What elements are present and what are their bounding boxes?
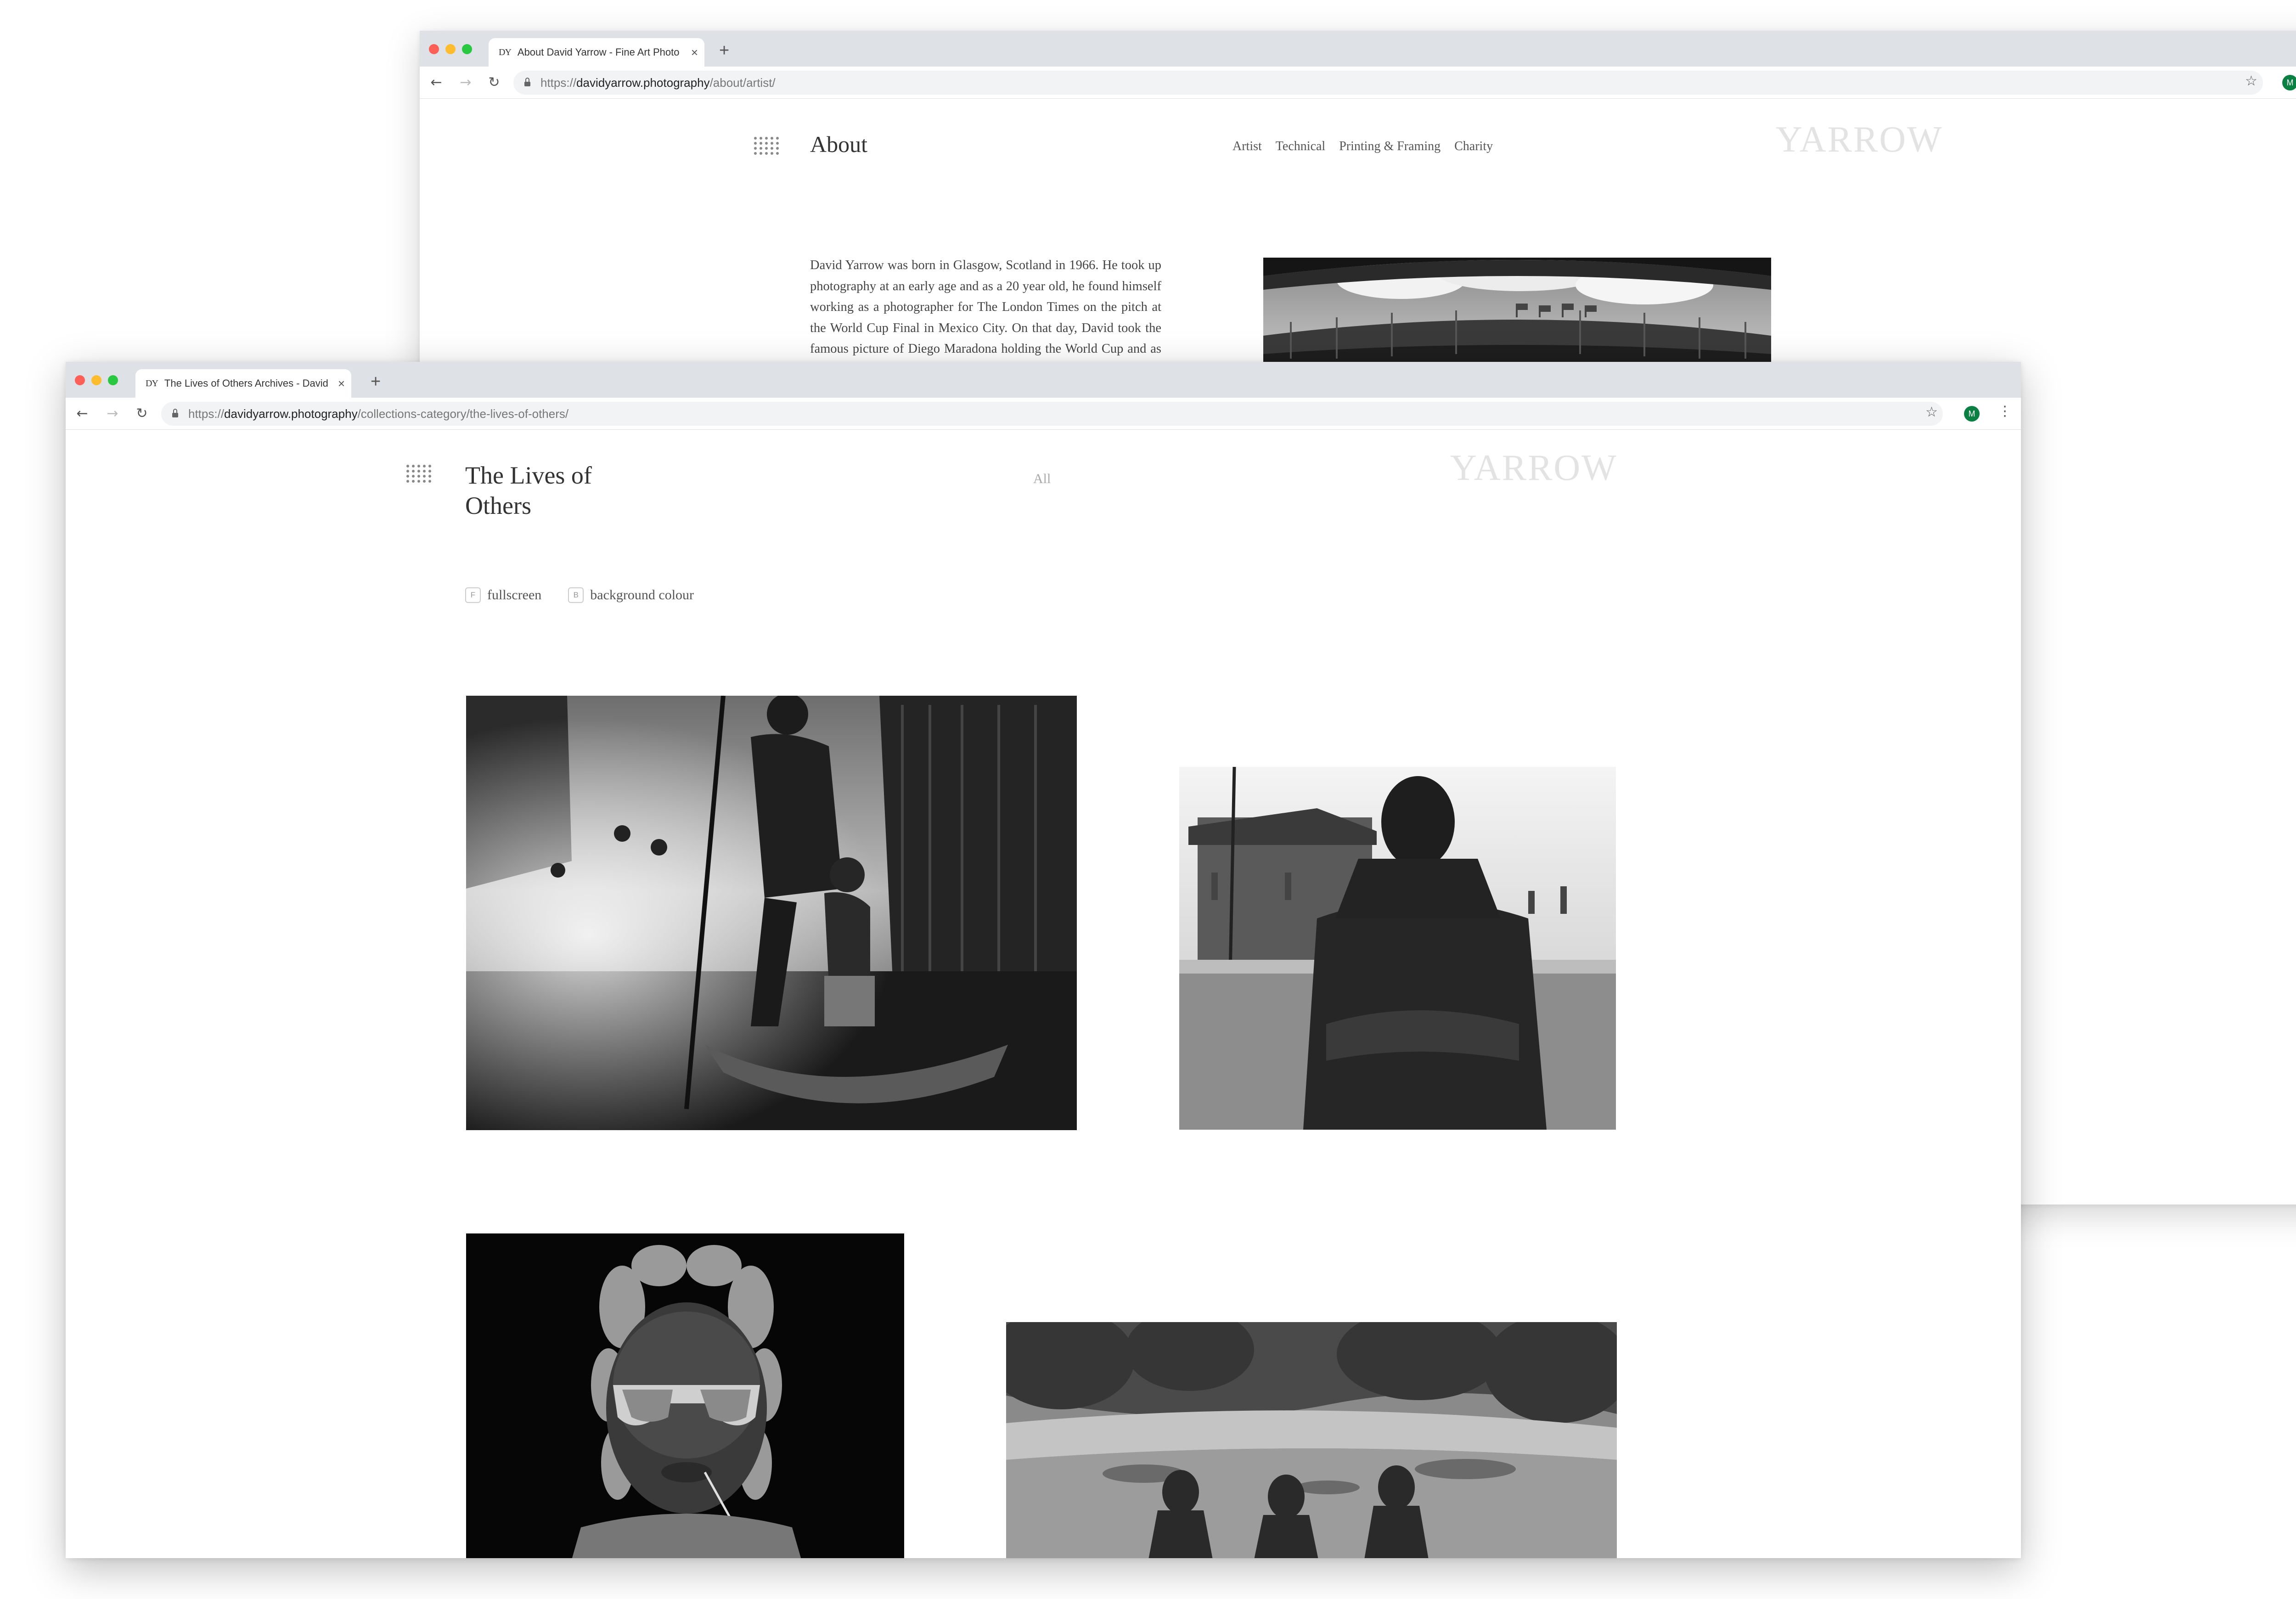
background-colour-label: background colour	[590, 587, 694, 602]
forward-arrow-icon[interactable]: →	[456, 73, 475, 91]
page-content: The Lives of Others All YARROW F fullscr…	[66, 430, 2021, 1558]
nav-printing-framing[interactable]: Printing & Framing	[1339, 139, 1441, 154]
close-window-button[interactable]	[75, 375, 85, 385]
keycap-f: F	[465, 587, 481, 603]
close-icon[interactable]: ×	[691, 45, 698, 60]
photo-river-landscape[interactable]	[1006, 1322, 1617, 1558]
reload-icon[interactable]: ↻	[485, 73, 503, 91]
browser-window-lives-of-others: DY The Lives of Others Archives - David …	[66, 362, 2021, 1558]
star-icon[interactable]: ☆	[1925, 404, 1938, 420]
url-protocol: https://	[188, 406, 225, 421]
back-arrow-icon[interactable]: ←	[427, 73, 445, 91]
url-path: /about/artist/	[709, 75, 776, 90]
page-title-line2: Others	[465, 492, 531, 519]
tab-lives-of-others[interactable]: DY The Lives of Others Archives - David …	[135, 369, 351, 398]
zoom-window-button[interactable]	[462, 44, 472, 54]
tab-strip: DY The Lives of Others Archives - David …	[66, 362, 2021, 398]
keycap-b: B	[568, 587, 584, 603]
reload-icon[interactable]: ↻	[133, 404, 151, 422]
address-bar[interactable]: https://davidyarrow.photography/about/ar…	[513, 71, 2263, 95]
close-icon[interactable]: ×	[338, 377, 345, 391]
site-logo[interactable]: YARROW	[1450, 447, 1618, 489]
page-title: The Lives of Others	[465, 460, 592, 521]
photo-boat-scene[interactable]	[466, 696, 1077, 1130]
photo-man-arms-crossed[interactable]	[1179, 767, 1616, 1130]
nav-charity[interactable]: Charity	[1454, 139, 1493, 154]
url-host: davidyarrow.photography	[224, 406, 358, 421]
section-nav: Artist Technical Printing & Framing Char…	[1232, 139, 1493, 154]
window-controls	[75, 375, 118, 385]
grid-menu-icon[interactable]	[754, 137, 780, 155]
grid-menu-icon[interactable]	[406, 465, 432, 483]
nav-technical[interactable]: Technical	[1276, 139, 1325, 154]
back-arrow-icon[interactable]: ←	[73, 404, 91, 422]
browser-toolbar: ← → ↻ https://davidyarrow.photography/co…	[66, 398, 2021, 430]
avatar[interactable]: M	[1964, 406, 1980, 422]
favicon-icon: DY	[499, 47, 512, 57]
tab-about[interactable]: DY About David Yarrow - Fine Art Photo ×	[489, 38, 704, 67]
nav-artist[interactable]: Artist	[1232, 139, 1262, 154]
fullscreen-label: fullscreen	[487, 587, 542, 602]
close-window-button[interactable]	[429, 44, 439, 54]
browser-toolbar: ← → ↻ https://davidyarrow.photography/ab…	[420, 67, 2296, 99]
window-controls	[429, 44, 472, 54]
minimize-window-button[interactable]	[445, 44, 456, 54]
lock-icon	[524, 78, 530, 86]
favicon-icon: DY	[146, 378, 158, 388]
filter-all-link[interactable]: All	[1033, 471, 1051, 487]
star-icon[interactable]: ☆	[2245, 73, 2257, 89]
zoom-window-button[interactable]	[108, 375, 118, 385]
photo-girl-sunglasses[interactable]	[466, 1233, 904, 1558]
avatar[interactable]: M	[2282, 75, 2296, 90]
url-protocol: https://	[540, 75, 577, 90]
background-colour-toggle[interactable]: B background colour	[568, 587, 694, 603]
site-logo[interactable]: YARROW	[1776, 119, 1943, 161]
new-tab-plus-icon[interactable]: +	[719, 41, 729, 61]
tab-title: About David Yarrow - Fine Art Photo	[517, 46, 680, 58]
page-title-line1: The Lives of	[465, 462, 592, 489]
address-bar[interactable]: https://davidyarrow.photography/collecti…	[161, 402, 1943, 426]
page-title: About	[810, 131, 867, 157]
url-path: /collections-category/the-lives-of-other…	[357, 406, 569, 421]
gallery-tools: F fullscreen B background colour	[465, 587, 694, 603]
kebab-menu-icon[interactable]: ⋮	[1998, 403, 2012, 419]
fullscreen-toggle[interactable]: F fullscreen	[465, 587, 541, 603]
tab-strip: DY About David Yarrow - Fine Art Photo ×…	[420, 31, 2296, 67]
lock-icon	[172, 409, 178, 417]
tab-title: The Lives of Others Archives - David	[164, 377, 328, 389]
forward-arrow-icon[interactable]: →	[103, 404, 122, 422]
new-tab-plus-icon[interactable]: +	[371, 372, 381, 392]
minimize-window-button[interactable]	[91, 375, 101, 385]
url-host: davidyarrow.photography	[576, 75, 710, 90]
